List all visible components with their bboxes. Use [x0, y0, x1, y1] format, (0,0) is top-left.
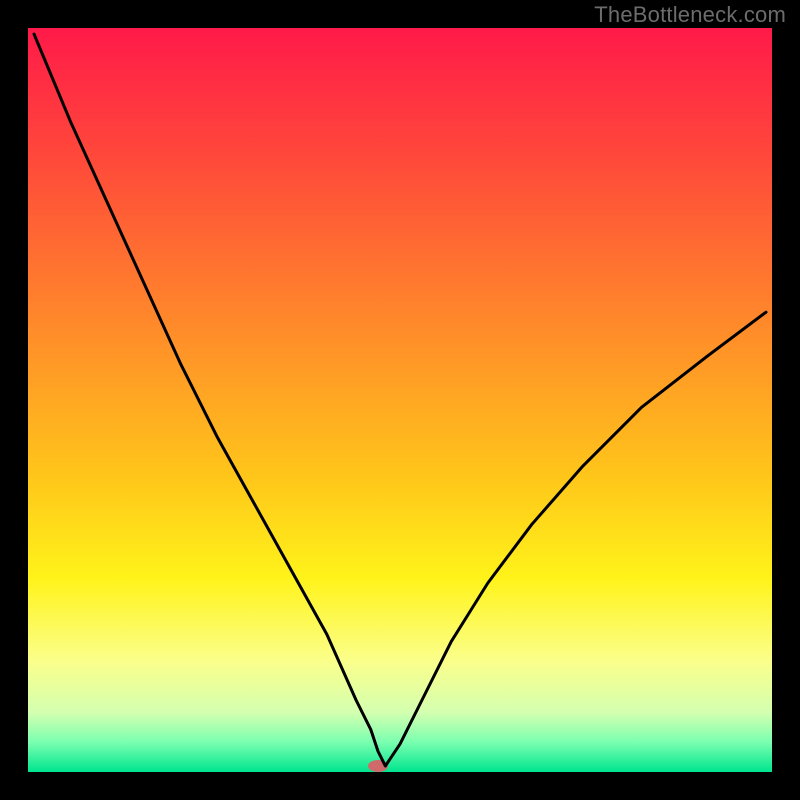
chart-frame: TheBottleneck.com [0, 0, 800, 800]
watermark-text: TheBottleneck.com [594, 2, 786, 28]
bottleneck-chart [0, 0, 800, 800]
chart-background [28, 28, 772, 772]
